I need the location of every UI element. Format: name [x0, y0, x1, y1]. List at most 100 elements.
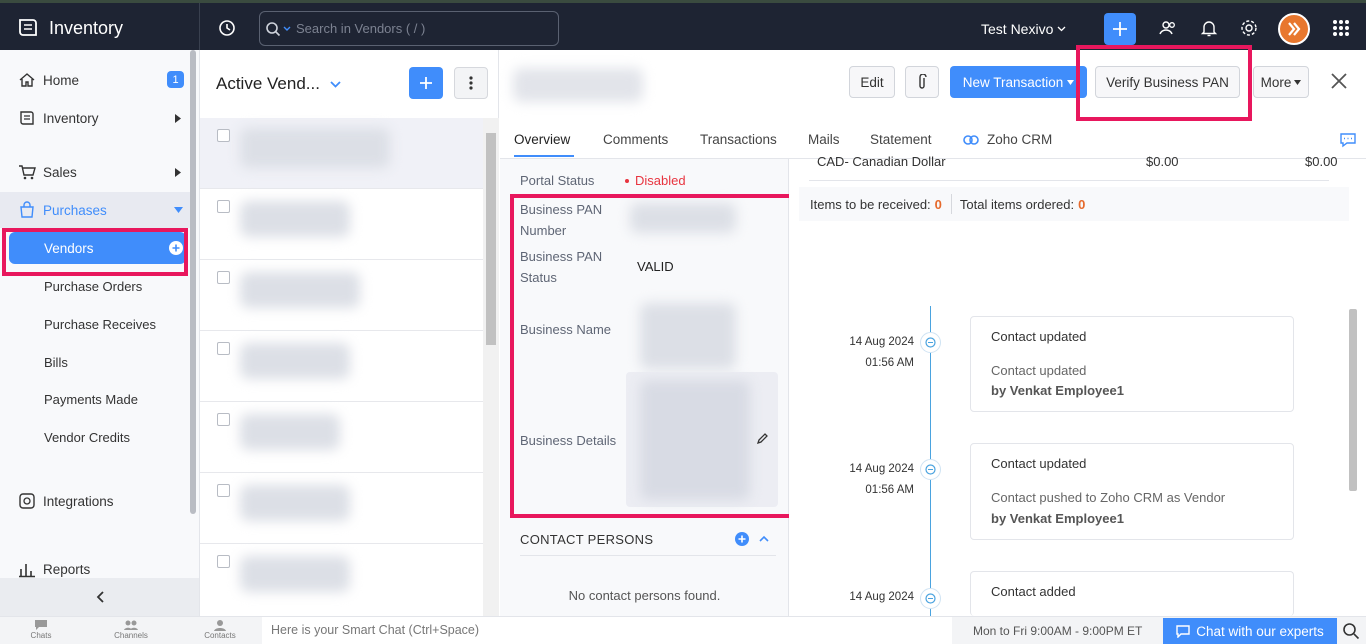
highlight-box-vendors	[2, 228, 188, 276]
row-checkbox[interactable]	[217, 342, 230, 355]
list-view-selector[interactable]: Active Vend...	[216, 74, 341, 94]
timeline-card: Contact updated Contact pushed to Zoho C…	[970, 443, 1294, 540]
chevron-up-icon[interactable]	[759, 535, 769, 542]
sidebar-scrollbar[interactable]	[190, 50, 196, 514]
tab-zoho-crm[interactable]: Zoho CRM	[963, 132, 1052, 147]
sidebar-item-inventory[interactable]: Inventory	[0, 100, 190, 136]
smart-chat-input[interactable]: Here is your Smart Chat (Ctrl+Space)	[262, 617, 952, 644]
top-bar: Inventory Test Nexivo	[0, 0, 1366, 53]
sidebar-item-purchase-orders[interactable]: Purchase Orders	[44, 279, 142, 294]
sidebar-item-sales[interactable]: Sales	[0, 154, 190, 190]
org-switcher[interactable]: Test Nexivo	[981, 21, 1066, 37]
add-vendor-button[interactable]	[409, 67, 443, 99]
chat-icon	[35, 620, 47, 630]
redacted-vendor	[240, 272, 360, 308]
date-text: 14 Aug 2024	[849, 591, 914, 603]
app-grid-icon[interactable]	[1331, 18, 1351, 38]
row-checkbox[interactable]	[217, 129, 230, 142]
timeline-author: by Venkat Employee1	[991, 383, 1124, 398]
inventory-logo-icon	[19, 19, 37, 36]
comment-icon[interactable]	[1339, 132, 1357, 148]
no-contacts-message: No contact persons found.	[568, 588, 721, 603]
redacted-vendor	[240, 343, 350, 379]
sidebar-item-purchase-receives[interactable]: Purchase Receives	[44, 317, 156, 332]
caret-right-icon	[175, 167, 181, 177]
caret-down-icon	[1294, 79, 1302, 85]
list-scrollbar[interactable]	[483, 118, 499, 616]
bottom-contacts[interactable]: Contacts	[195, 619, 245, 640]
app-brand[interactable]: Inventory	[0, 3, 200, 53]
sidebar-item-home[interactable]: Home	[0, 62, 190, 98]
timeline-title: Contact updated	[991, 329, 1087, 344]
search-icon[interactable]	[1342, 622, 1360, 640]
highlight-box-verify-pan	[1076, 45, 1252, 121]
tab-statement[interactable]: Statement	[870, 132, 932, 147]
shopping-bag-icon	[20, 201, 34, 218]
list-item[interactable]	[200, 544, 483, 615]
overview-details-panel: Portal Status Disabled Business PAN Numbe…	[500, 159, 795, 616]
tab-transactions[interactable]: Transactions	[700, 132, 777, 147]
caret-right-icon	[175, 113, 181, 123]
history-icon[interactable]	[216, 17, 238, 39]
redacted-vendor	[240, 414, 340, 450]
more-vertical-icon	[469, 76, 473, 90]
notification-badge: 1	[167, 71, 184, 88]
sidebar-item-integrations[interactable]: Integrations	[0, 483, 190, 519]
timeline-comment-icon	[920, 459, 941, 480]
list-more-button[interactable]	[454, 67, 488, 99]
new-transaction-button[interactable]: New Transaction	[950, 66, 1087, 98]
sidebar-item-purchases[interactable]: Purchases	[0, 192, 190, 228]
list-item[interactable]	[200, 118, 483, 189]
tab-overview[interactable]: Overview	[514, 132, 570, 147]
list-item[interactable]	[200, 260, 483, 331]
bottom-label: Channels	[114, 631, 148, 640]
attach-button[interactable]	[905, 66, 939, 98]
tab-comments[interactable]: Comments	[603, 132, 668, 147]
row-checkbox[interactable]	[217, 200, 230, 213]
support-hours: Mon to Fri 9:00AM - 9:00PM ET	[973, 624, 1143, 638]
list-item[interactable]	[200, 402, 483, 473]
bottom-chats[interactable]: Chats	[16, 619, 66, 640]
app-title: Inventory	[49, 17, 124, 38]
new-transaction-label: New Transaction	[962, 74, 1064, 90]
sidebar-item-bills[interactable]: Bills	[44, 355, 68, 370]
row-checkbox[interactable]	[217, 484, 230, 497]
row-checkbox[interactable]	[217, 413, 230, 426]
search-input[interactable]	[296, 21, 546, 36]
activity-scrollbar[interactable]	[1349, 309, 1357, 491]
more-button[interactable]: More	[1253, 66, 1309, 98]
users-icon[interactable]	[1158, 18, 1178, 38]
gear-icon[interactable]	[1239, 18, 1259, 38]
scrollbar-thumb[interactable]	[486, 133, 496, 345]
chat-with-experts-button[interactable]: Chat with our experts	[1163, 618, 1337, 644]
list-item[interactable]	[200, 189, 483, 260]
sidebar-item-payments-made[interactable]: Payments Made	[44, 392, 138, 407]
add-circle-icon[interactable]	[735, 532, 749, 546]
currency-amount: $0.00	[1305, 154, 1338, 169]
list-item[interactable]	[200, 473, 483, 544]
sidebar-item-vendor-credits[interactable]: Vendor Credits	[44, 430, 130, 445]
quick-create-button[interactable]	[1104, 13, 1136, 45]
tab-mails[interactable]: Mails	[808, 132, 840, 147]
currency-amount: $0.00	[1146, 154, 1179, 169]
row-checkbox[interactable]	[217, 271, 230, 284]
list-item[interactable]	[200, 331, 483, 402]
row-checkbox[interactable]	[217, 555, 230, 568]
edit-button[interactable]: Edit	[849, 66, 895, 98]
timeline-card: Contact added	[970, 571, 1294, 616]
bell-icon[interactable]	[1199, 18, 1219, 38]
search-icon[interactable]	[260, 12, 296, 45]
sidebar-item-label: Reports	[43, 561, 91, 577]
chat-bubble-icon	[1176, 625, 1190, 638]
search-box[interactable]	[259, 11, 559, 46]
collapse-sidebar-button[interactable]	[0, 578, 199, 616]
close-icon[interactable]	[1328, 70, 1350, 92]
avatar[interactable]	[1278, 13, 1310, 45]
plus-icon	[1113, 22, 1127, 36]
caret-down-icon	[1067, 79, 1075, 85]
bottom-channels[interactable]: Channels	[106, 619, 156, 640]
zoho-crm-icon	[963, 134, 979, 145]
timeline-title: Contact updated	[991, 456, 1087, 471]
activity-pane: CAD- Canadian Dollar $0.00 $0.00 Items t…	[789, 154, 1366, 616]
org-name: Test Nexivo	[981, 21, 1054, 37]
